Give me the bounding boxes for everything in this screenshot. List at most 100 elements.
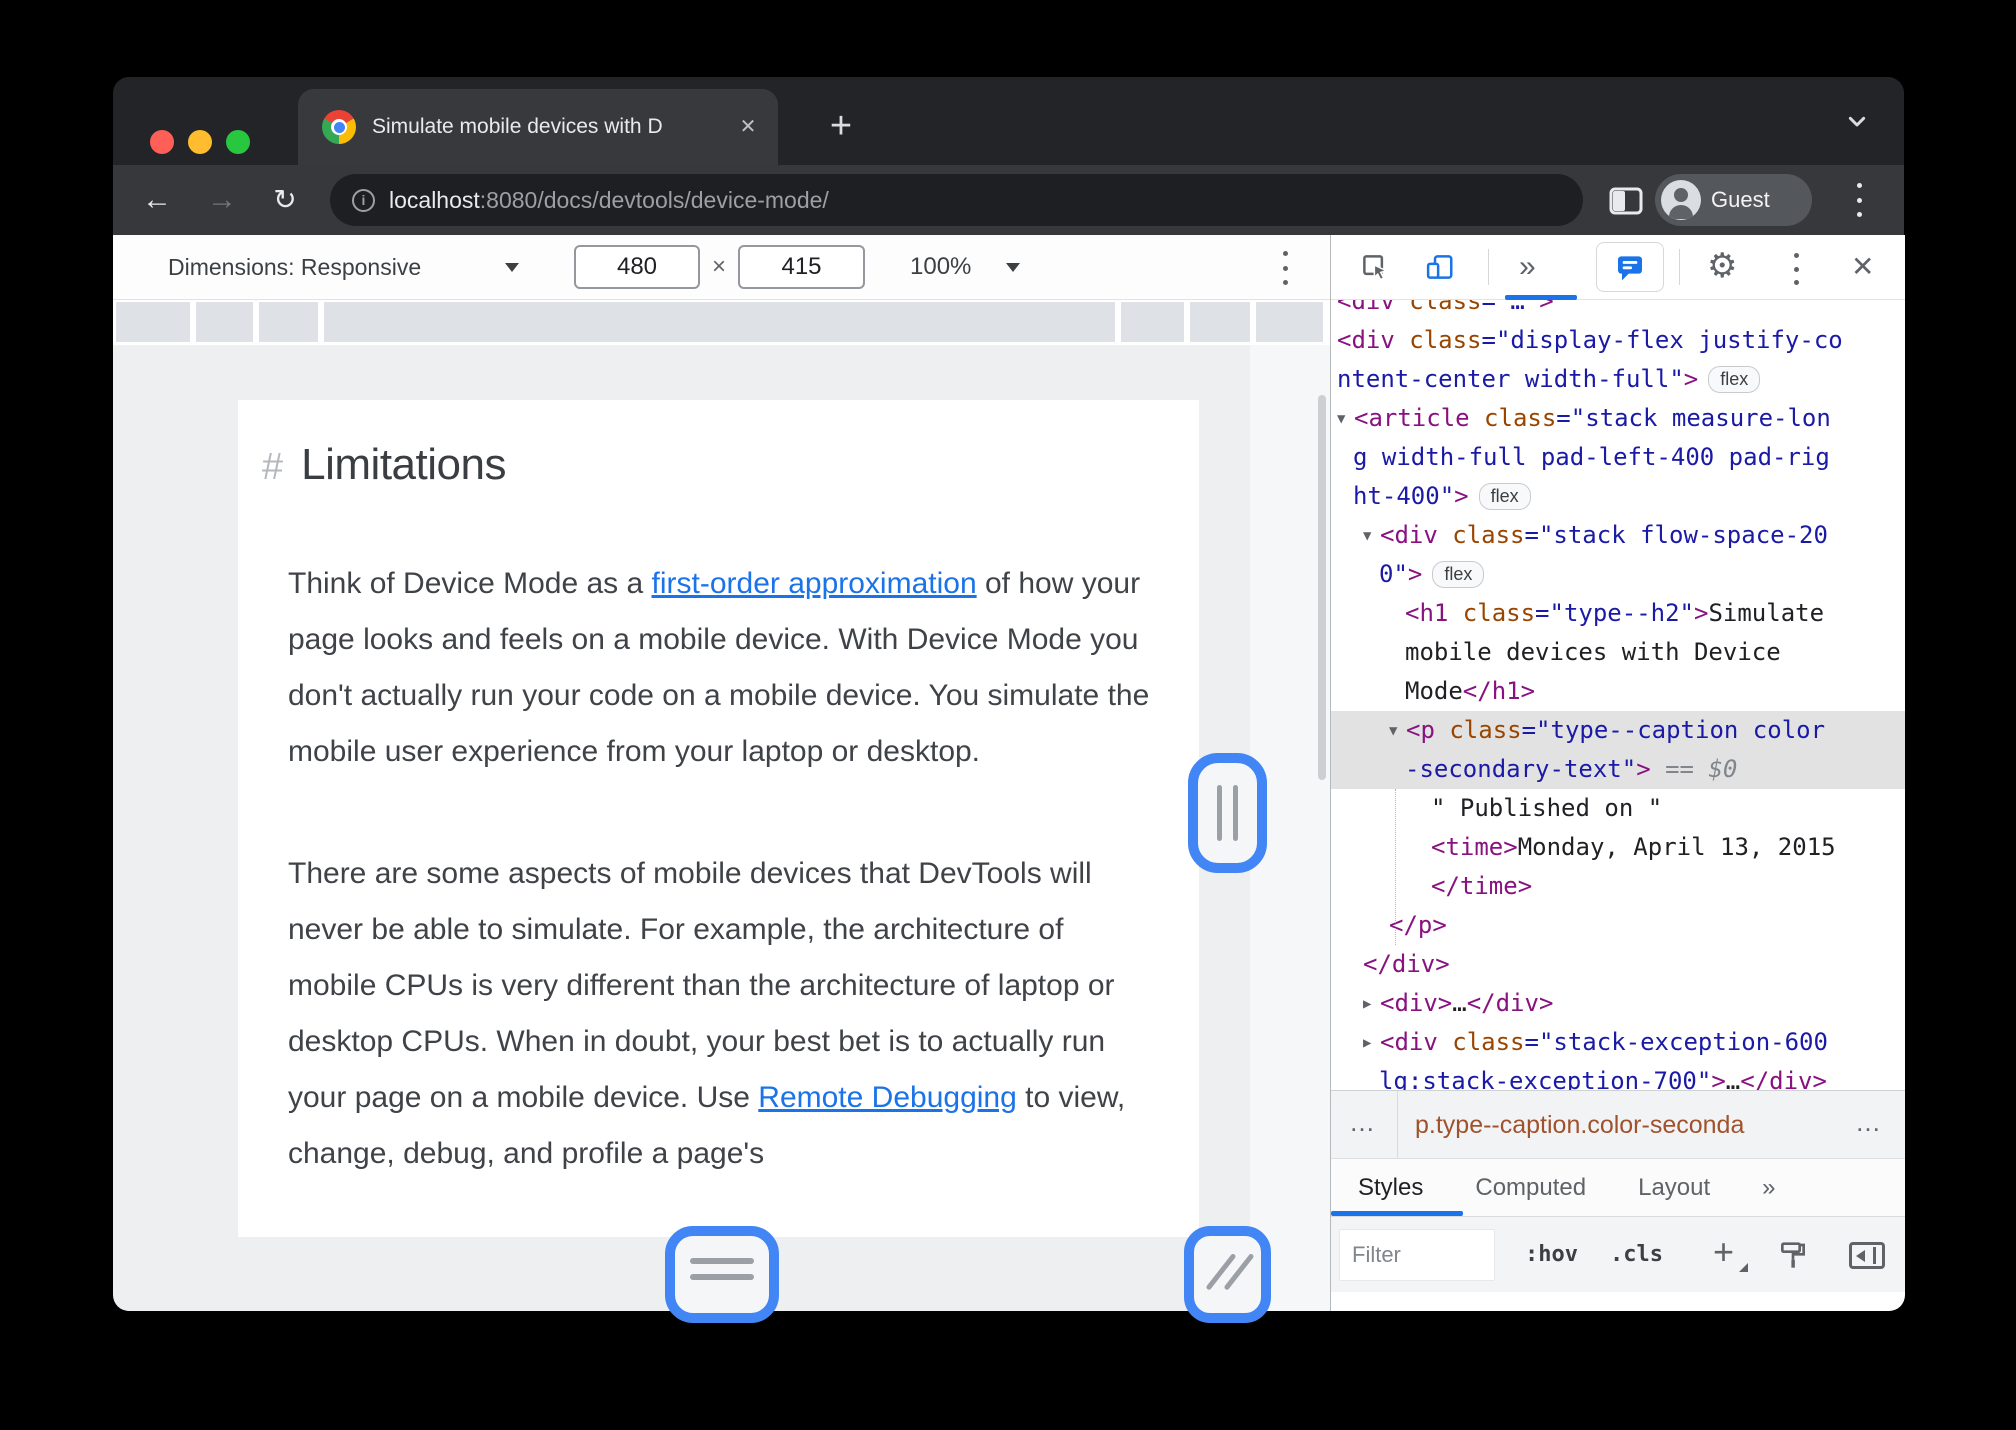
styles-filter-bar: :hov .cls + bbox=[1331, 1216, 1905, 1292]
devtools-panel: » ⚙ ✕ <div class="…"> <div class="display… bbox=[1330, 235, 1905, 1311]
viewport-resize-handle-bottom[interactable] bbox=[665, 1226, 779, 1323]
address-bar[interactable]: i localhost:8080/docs/devtools/device-mo… bbox=[330, 174, 1583, 226]
elements-tree-row[interactable]: <h1 class="type--h2">Simulate bbox=[1331, 594, 1905, 633]
profile-chip[interactable]: Guest bbox=[1655, 174, 1812, 226]
page-title: Limitations bbox=[301, 440, 506, 489]
forward-button[interactable]: → bbox=[200, 165, 244, 235]
device-zoom-selector[interactable]: 100% bbox=[910, 235, 971, 299]
screenshot-stage: Simulate mobile devices with D ✕ + ← → ↻… bbox=[0, 0, 2016, 1430]
tab-title-fade bbox=[662, 95, 724, 159]
more-tabs-icon[interactable]: » bbox=[1519, 235, 1536, 299]
elements-tree-row[interactable]: mobile devices with Device bbox=[1331, 633, 1905, 672]
elements-tree-row[interactable]: ht-400"> flex bbox=[1331, 477, 1905, 516]
elements-tree-row[interactable]: " Published on " bbox=[1331, 789, 1905, 828]
url-host: localhost bbox=[389, 186, 480, 213]
text-link[interactable]: Remote Debugging bbox=[758, 1081, 1017, 1114]
device-toolbar-toggle-icon[interactable] bbox=[1425, 252, 1455, 287]
elements-tree: <div class="…"> <div class="display-flex … bbox=[1331, 300, 1905, 1090]
browser-tab[interactable]: Simulate mobile devices with D ✕ bbox=[298, 89, 778, 165]
back-button[interactable]: ← bbox=[135, 165, 179, 235]
elements-tree-row[interactable]: lg:stack-exception-700">…</div> bbox=[1331, 1062, 1905, 1090]
browser-menu-icon[interactable] bbox=[1849, 181, 1869, 219]
breadcrumb-overflow-left[interactable]: … bbox=[1349, 1091, 1377, 1159]
media-query-segment[interactable] bbox=[324, 302, 1115, 342]
macos-zoom-button[interactable] bbox=[226, 130, 250, 154]
new-style-rule-button[interactable]: + bbox=[1713, 1217, 1734, 1289]
elements-tree-row[interactable]: </time> bbox=[1331, 867, 1905, 906]
tab-computed[interactable]: Computed bbox=[1475, 1174, 1586, 1202]
site-info-icon[interactable]: i bbox=[352, 188, 375, 212]
breadcrumb-selected-node[interactable]: p.type--caption.color-seconda bbox=[1415, 1091, 1744, 1159]
elements-tree-row[interactable]: </p> bbox=[1331, 906, 1905, 945]
media-query-segment[interactable] bbox=[1190, 302, 1250, 342]
elements-tree-row[interactable]: ▶ <div>…</div> bbox=[1331, 984, 1905, 1023]
device-toolbar-menu-icon[interactable] bbox=[1275, 249, 1295, 287]
media-query-segment[interactable] bbox=[1256, 302, 1323, 342]
media-query-segment[interactable] bbox=[259, 302, 318, 342]
macos-minimize-button[interactable] bbox=[188, 130, 212, 154]
breadcrumb-divider bbox=[1397, 1091, 1398, 1159]
device-width-input[interactable] bbox=[574, 245, 700, 289]
avatar bbox=[1661, 180, 1701, 220]
viewport-resize-handle-corner[interactable] bbox=[1184, 1226, 1271, 1323]
dimensions-caret-icon bbox=[505, 263, 519, 272]
macos-close-button[interactable] bbox=[150, 130, 174, 154]
collapsed-arrow-icon[interactable]: ▶ bbox=[1363, 985, 1380, 1023]
media-query-segment[interactable] bbox=[196, 302, 253, 342]
elements-tree-row[interactable]: <time>Monday, April 13, 2015 bbox=[1331, 828, 1905, 867]
browser-window: Simulate mobile devices with D ✕ + ← → ↻… bbox=[113, 77, 1905, 1323]
page-scrollbar-thumb[interactable] bbox=[1318, 395, 1326, 780]
toggle-pseudo-classes[interactable]: :hov bbox=[1525, 1217, 1578, 1293]
elements-tree-row[interactable]: ▼ <div class="stack flow-space-20 bbox=[1331, 516, 1905, 555]
tab-layout[interactable]: Layout bbox=[1638, 1174, 1710, 1202]
elements-tree-row[interactable]: </div> bbox=[1331, 945, 1905, 984]
chat-bubble-icon bbox=[1618, 256, 1642, 281]
devtools-bottom-spacer bbox=[1331, 1292, 1905, 1311]
article-card: # Limitations Think of Device Mode as a … bbox=[238, 400, 1199, 1237]
heading-anchor-hash[interactable]: # bbox=[262, 446, 283, 489]
tab-search-chevron-icon[interactable] bbox=[1841, 105, 1873, 142]
reload-button[interactable]: ↻ bbox=[263, 165, 307, 235]
elements-tree-row[interactable]: -secondary-text"> == $0 bbox=[1331, 750, 1905, 789]
toggle-element-classes[interactable]: .cls bbox=[1610, 1217, 1663, 1293]
console-insights-button[interactable] bbox=[1596, 242, 1664, 292]
elements-tree-row[interactable]: g width-full pad-left-400 pad-rig bbox=[1331, 438, 1905, 477]
chrome-favicon-icon bbox=[322, 110, 356, 144]
tab-close-icon[interactable]: ✕ bbox=[734, 113, 762, 141]
collapsed-arrow-icon[interactable]: ▶ bbox=[1363, 1024, 1380, 1062]
elements-tree-row[interactable]: Mode</h1> bbox=[1331, 672, 1905, 711]
media-query-segment[interactable] bbox=[1121, 302, 1184, 342]
elements-tree-row[interactable]: ▼ <article class="stack measure-lon bbox=[1331, 399, 1905, 438]
elements-tree-row[interactable]: <div class="display-flex justify-co bbox=[1331, 321, 1905, 360]
dock-sidebar-icon[interactable] bbox=[1849, 1242, 1885, 1269]
elements-tree-row[interactable]: ▼ <p class="type--caption color bbox=[1331, 711, 1905, 750]
paragraph: There are some aspects of mobile devices… bbox=[288, 857, 1126, 1170]
device-height-input[interactable] bbox=[738, 245, 865, 289]
elements-tree-row[interactable]: 0"> flex bbox=[1331, 555, 1905, 594]
settings-gear-icon[interactable]: ⚙ bbox=[1707, 235, 1737, 299]
elements-tree-row[interactable]: ntent-center width-full"> flex bbox=[1331, 360, 1905, 399]
article-paragraphs: Think of Device Mode as a first-order ap… bbox=[288, 556, 1150, 1182]
side-panel-icon[interactable] bbox=[1609, 187, 1643, 220]
devtools-menu-icon[interactable] bbox=[1787, 251, 1805, 287]
tab-styles[interactable]: Styles bbox=[1358, 1174, 1423, 1202]
breadcrumb-overflow-right[interactable]: … bbox=[1855, 1091, 1883, 1159]
paragraph: Think of Device Mode as a first-order ap… bbox=[288, 567, 1150, 768]
devtools-close-icon[interactable]: ✕ bbox=[1851, 235, 1874, 299]
inspect-element-icon[interactable] bbox=[1360, 252, 1390, 287]
styles-filter-input[interactable] bbox=[1339, 1229, 1495, 1281]
tab-more[interactable]: » bbox=[1762, 1174, 1775, 1202]
elements-tree-row[interactable]: ▶ <div class="stack-exception-600 bbox=[1331, 1023, 1905, 1062]
expanded-arrow-icon[interactable]: ▼ bbox=[1389, 712, 1406, 750]
media-query-segment[interactable] bbox=[116, 302, 190, 342]
rendering-brush-icon[interactable] bbox=[1777, 1239, 1809, 1276]
flex-badge: flex bbox=[1432, 561, 1485, 588]
expanded-arrow-icon[interactable]: ▼ bbox=[1363, 517, 1380, 555]
dimensions-selector[interactable]: Dimensions: Responsive bbox=[168, 235, 421, 299]
device-toolbar: Dimensions: Responsive × 100% bbox=[113, 235, 1330, 300]
new-tab-button[interactable]: + bbox=[805, 91, 877, 163]
text-link[interactable]: first-order approximation bbox=[652, 567, 977, 600]
elements-tree-row[interactable]: <div class="…"> bbox=[1331, 300, 1905, 321]
viewport-resize-handle-right[interactable] bbox=[1188, 753, 1267, 873]
expanded-arrow-icon[interactable]: ▼ bbox=[1337, 400, 1354, 438]
